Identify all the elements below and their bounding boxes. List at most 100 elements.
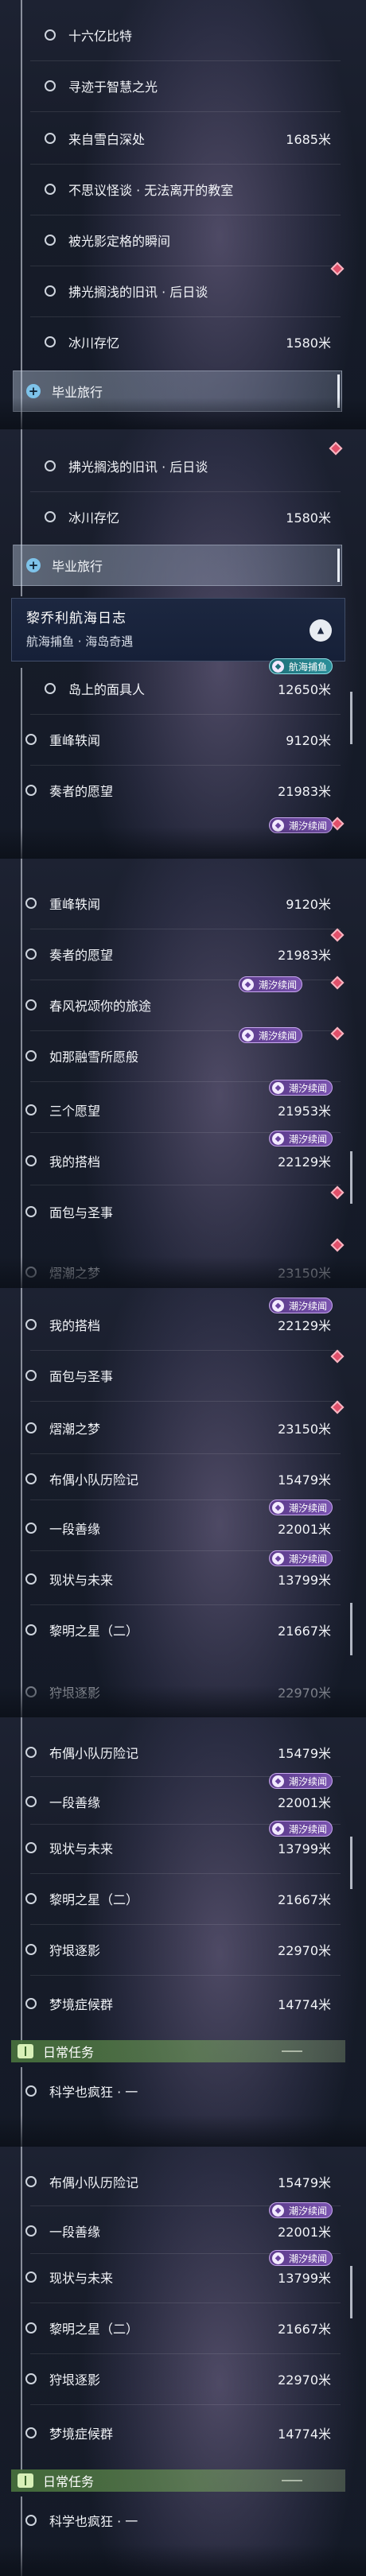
radio-ring-icon [25,1747,37,1758]
quest-list-panel: ◆ 潮汐续闻 我的搭档 22129米 面包与圣事 熠潮之梦 23150米 布偶小队历险… [0,1288,366,1717]
radio-ring-icon [45,133,56,144]
radio-ring-icon [45,29,56,41]
radio-ring-icon [25,1473,37,1484]
quest-list-panel: 布偶小队历险记 15479米 ◆ 潮汐续闻 一段善缘 22001米 ◆ 潮汐续闻 现状与… [0,2147,366,2576]
radio-ring-icon [25,2427,37,2438]
quest-item[interactable]: 岛上的面具人 12650米 [32,668,342,709]
daily-task-icon [18,2473,33,2488]
quest-item[interactable]: 一段善缘 22001米 [13,1781,342,1822]
quest-item[interactable]: 拂光搁浅的旧讯 · 后日谈 [32,445,342,487]
quest-item[interactable]: 我的搭档 22129米 [13,1304,342,1345]
quest-item[interactable]: 熠潮之梦 23150米 [13,1407,342,1449]
collapse-chevron-icon[interactable]: ▲ [310,619,332,642]
radio-ring-icon [45,80,56,91]
quest-item[interactable]: 现状与未来 13799米 [13,2256,342,2298]
quest-item[interactable]: 十六亿比特 [32,14,342,56]
list-rail [21,668,22,859]
quest-item[interactable]: 狩垠逐影 22970米 [13,2358,342,2399]
quest-item[interactable]: 布偶小队历险记 15479米 [13,1458,342,1499]
radio-ring-icon [25,2085,37,2097]
quest-item[interactable]: 冰川存忆 1580米 [32,496,342,537]
tide-badge: ◆ 潮汐续闻 [269,817,333,833]
quest-list-panel: 拂光搁浅的旧讯 · 后日谈 冰川存忆 1580米 + 毕业旅行 黎乔利航海日志 航海… [0,429,366,859]
radio-ring-icon [25,1796,37,1807]
diamond-marker-icon [330,817,345,831]
quest-item[interactable]: 黎明之星（二） 21667米 [13,1609,342,1651]
scroll-indicator [350,1151,352,1204]
quest-item[interactable]: 一段善缘 22001米 [13,2210,342,2252]
radio-ring-icon [25,1523,37,1534]
quest-item[interactable]: 科学也疯狂 · 一 [13,2500,342,2541]
quest-item[interactable]: 现状与未来 13799米 [13,1558,342,1600]
quest-item[interactable]: 一段善缘 22001米 [13,1507,342,1549]
quest-item[interactable]: 来自雪白深处 1685米 [32,118,342,159]
radio-ring-icon [25,1267,37,1278]
diamond-marker-icon [330,1238,345,1252]
quest-item-selected[interactable]: + 毕业旅行 [13,545,342,586]
radio-ring-icon [25,1842,37,1853]
radio-ring-icon [45,184,56,195]
quest-item[interactable]: 不思议怪谈 · 无法离开的教室 [32,169,342,210]
quest-item[interactable]: 面包与圣事 [13,1191,342,1232]
radio-ring-icon [25,2225,37,2237]
scroll-indicator [350,1603,352,1655]
quest-item[interactable]: 重峰轶闻 9120米 [13,883,342,924]
quest-item[interactable]: 重峰轶闻 9120米 [13,719,342,760]
radio-ring-icon [25,2322,37,2334]
quest-item[interactable]: 狩垠逐影 22970米 [13,1929,342,1970]
quest-item[interactable]: 如那融雪所愿般 [13,1035,342,1077]
quest-group-header[interactable]: 黎乔利航海日志 航海捕鱼 · 海岛奇遇 ▲ [11,598,345,661]
quest-item[interactable]: 面包与圣事 [13,1355,342,1396]
radio-ring-icon [25,1155,37,1166]
radio-ring-icon [25,999,37,1011]
quest-item[interactable]: 三个愿望 21953米 [13,1089,342,1131]
radio-ring-icon [25,1893,37,1904]
quest-item[interactable]: 布偶小队历险记 15479米 [13,1732,342,1773]
plus-icon: + [26,384,41,398]
radio-ring-icon [25,1319,37,1330]
quest-item[interactable]: 熠潮之梦 23150米 [13,1251,342,1288]
daily-task-icon [18,2044,33,2058]
quest-item[interactable]: 冰川存忆 1580米 [32,321,342,363]
quest-item[interactable]: 现状与未来 13799米 [13,1827,342,1868]
quest-item[interactable]: 春风祝颂你的旅途 [13,984,342,1026]
radio-ring-icon [25,1944,37,1955]
quest-item[interactable]: 布偶小队历险记 15479米 [13,2161,342,2202]
radio-ring-icon [25,734,37,745]
quest-item[interactable]: 奏者的愿望 21983米 [13,770,342,811]
radio-ring-icon [25,1686,37,1697]
radio-ring-icon [25,1050,37,1061]
quest-item[interactable]: 狩垠逐影 22970米 [13,1671,342,1713]
quest-item[interactable]: 科学也疯狂 · 一 [13,2070,342,2112]
quest-item[interactable]: 梦境症候群 14774米 [13,2412,342,2454]
list-rail [21,0,22,429]
quest-item[interactable]: 黎明之星（二） 21667米 [13,1878,342,1919]
scroll-indicator [350,692,352,744]
radio-ring-icon [25,2176,37,2187]
quest-list-panel: 十六亿比特 寻迹于智慧之光 来自雪白深处 1685米 不思议怪谈 · 无法离开的教… [0,0,366,429]
group-subtitle: 航海捕鱼 · 海岛奇遇 [26,634,134,649]
quest-item[interactable]: 黎明之星（二） 21667米 [13,2307,342,2349]
radio-ring-icon [25,1998,37,2009]
radio-ring-icon [45,511,56,522]
quest-item[interactable]: 我的搭档 22129米 [13,1140,342,1181]
radio-ring-icon [45,235,56,246]
quest-item[interactable]: 寻迹于智慧之光 [32,65,342,107]
quest-item[interactable]: 梦境症候群 14774米 [13,1983,342,2024]
radio-ring-icon [25,785,37,796]
category-header-daily[interactable]: 日常任务 [11,2469,345,2492]
quest-item-selected[interactable]: + 毕业旅行 [13,370,342,412]
radio-ring-icon [25,1104,37,1115]
category-header-daily[interactable]: 日常任务 [11,2040,345,2062]
scroll-indicator [350,1837,352,1889]
quest-list-panel: 重峰轶闻 9120米 奏者的愿望 21983米 ◆ 潮汐续闻 春风祝颂你的旅途 ◆ 潮汐… [0,859,366,1288]
quest-item[interactable]: 拂光搁浅的旧讯 · 后日谈 [32,270,342,312]
scroll-indicator [350,2266,352,2318]
quest-item[interactable]: 奏者的愿望 21983米 [13,933,342,975]
radio-ring-icon [25,949,37,960]
quest-list-panel: 布偶小队历险记 15479米 ◆ 潮汐续闻 一段善缘 22001米 ◆ 潮汐续闻 现状与… [0,1717,366,2147]
quest-item[interactable]: 被光影定格的瞬间 [32,219,342,261]
radio-ring-icon [45,683,56,694]
radio-ring-icon [25,1206,37,1217]
group-title: 黎乔利航海日志 [26,611,127,627]
